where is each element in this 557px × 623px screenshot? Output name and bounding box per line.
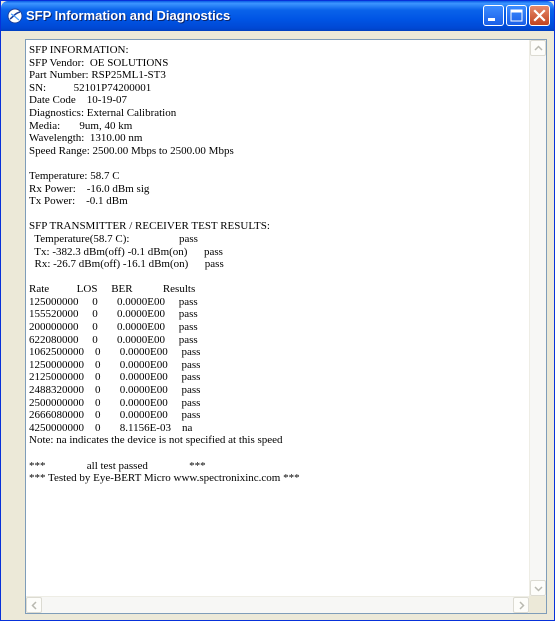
- scroll-up-button[interactable]: [530, 40, 546, 56]
- scroll-down-button[interactable]: [530, 580, 546, 596]
- close-icon: [533, 9, 546, 22]
- app-logo-icon: [7, 8, 23, 24]
- maximize-button[interactable]: [506, 5, 527, 26]
- window-title: SFP Information and Diagnostics: [26, 8, 231, 23]
- report-panel: SFP INFORMATION: SFP Vendor: OE SOLUTION…: [25, 39, 547, 614]
- scroll-right-button[interactable]: [513, 597, 529, 613]
- window-client-area: SFP INFORMATION: SFP Vendor: OE SOLUTION…: [4, 31, 551, 618]
- maximize-icon: [510, 9, 523, 22]
- vertical-scrollbar[interactable]: [529, 40, 546, 596]
- minimize-button[interactable]: [483, 5, 504, 26]
- diagnostics-report-text[interactable]: SFP INFORMATION: SFP Vendor: OE SOLUTION…: [29, 44, 524, 594]
- horizontal-scrollbar[interactable]: [26, 596, 529, 613]
- scroll-right-arrow-icon: [519, 601, 525, 610]
- scroll-down-arrow-icon: [534, 586, 543, 592]
- close-button[interactable]: [529, 5, 550, 26]
- diagnostics-window: SFP Information and Diagnostics SFP INFO…: [0, 0, 555, 621]
- scroll-left-button[interactable]: [26, 597, 42, 613]
- scroll-up-arrow-icon: [534, 45, 543, 51]
- title-bar[interactable]: SFP Information and Diagnostics: [1, 1, 554, 31]
- scroll-left-arrow-icon: [31, 601, 37, 610]
- scrollbar-corner: [529, 596, 546, 613]
- minimize-icon: [488, 18, 495, 21]
